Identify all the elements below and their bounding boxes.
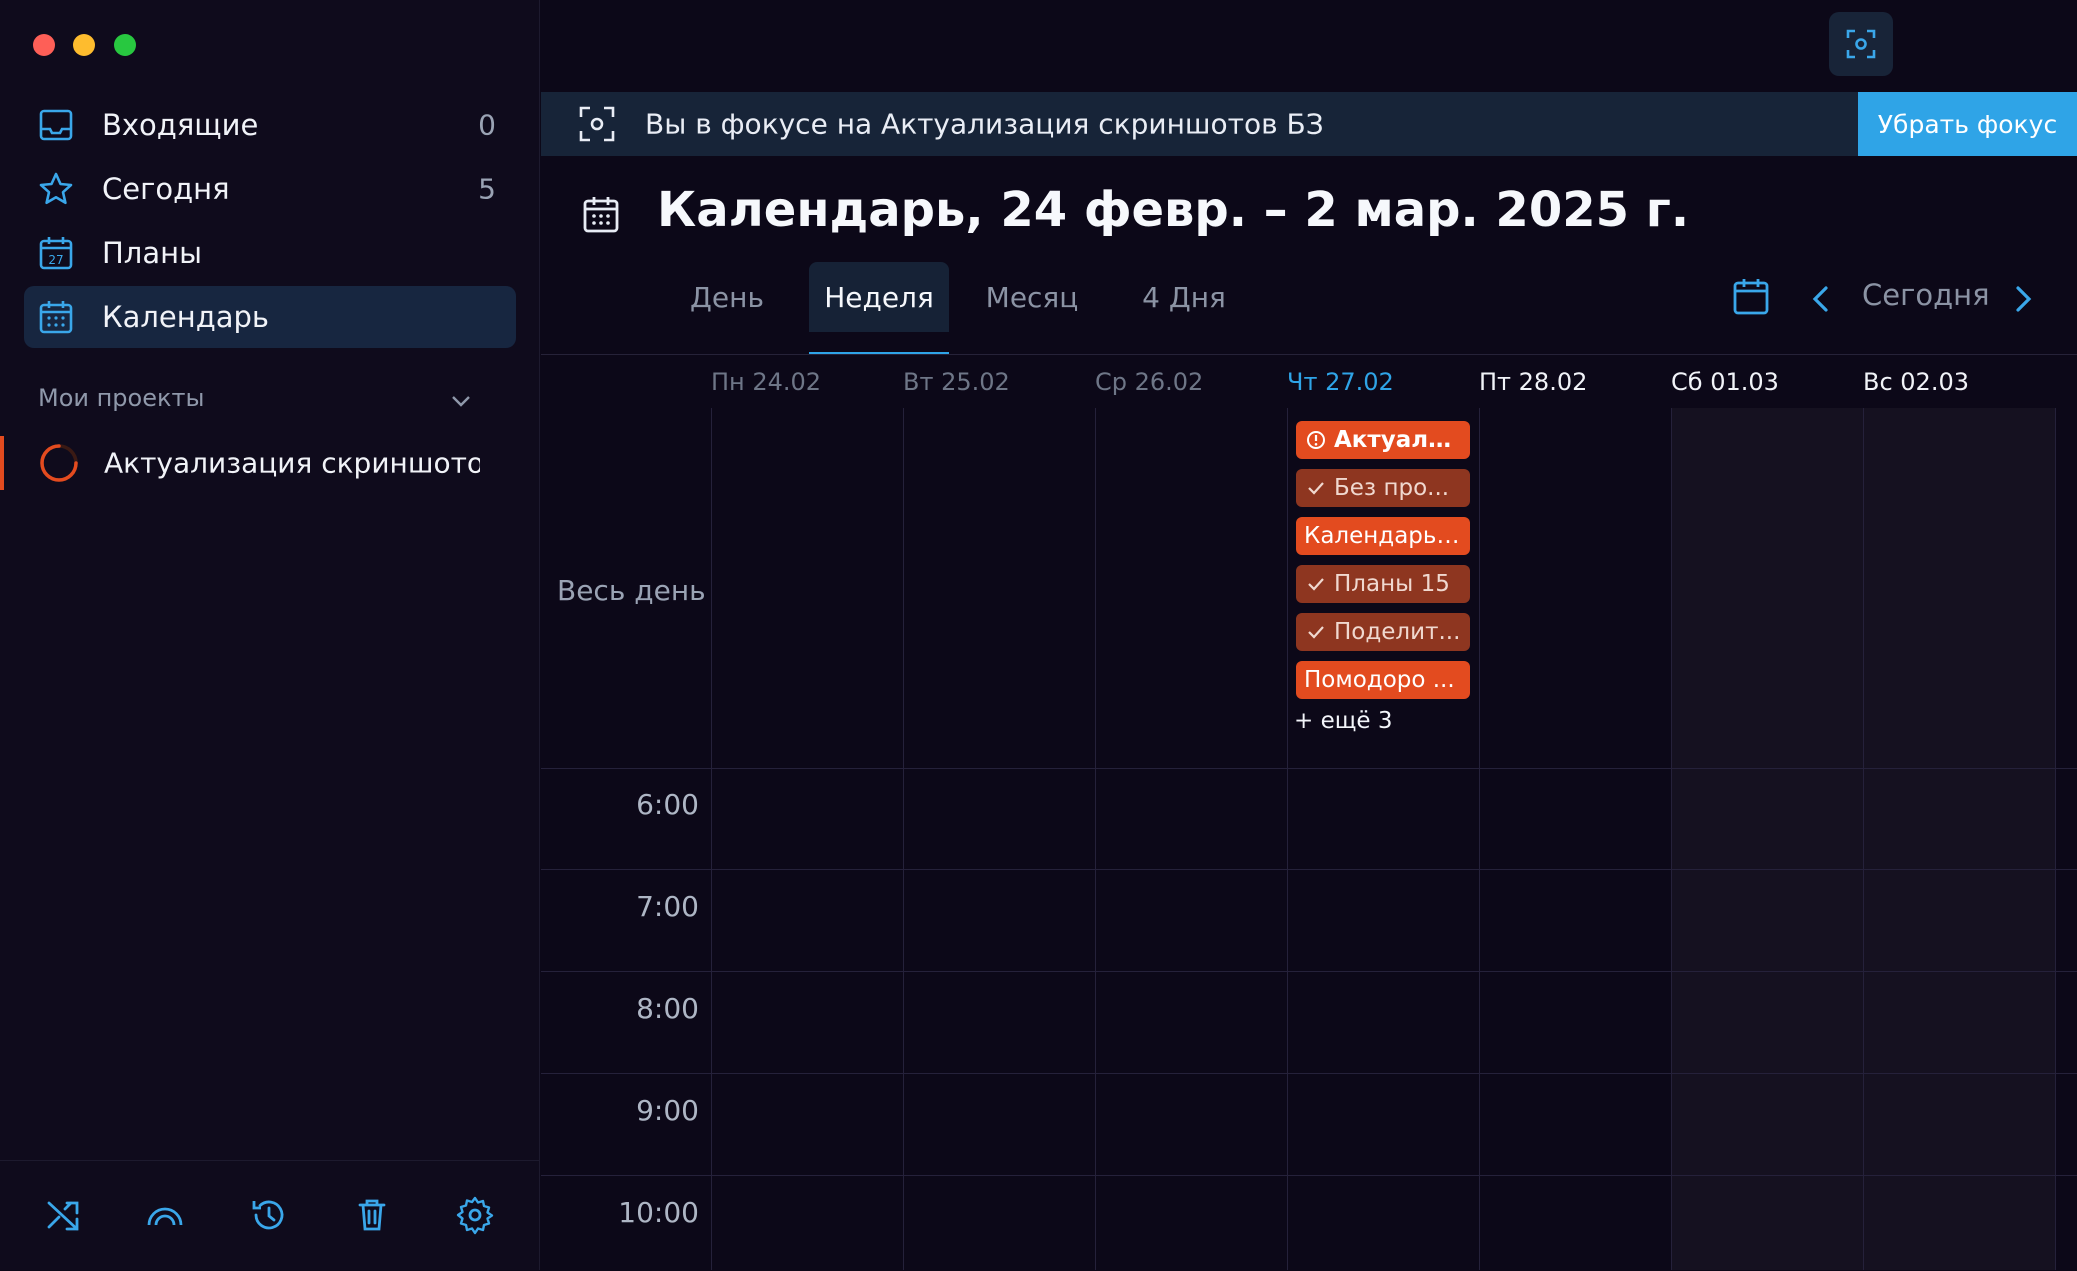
weekend-column-sat	[1671, 408, 1863, 1270]
event-item[interactable]: Календарь ...	[1296, 517, 1470, 555]
projects-title: Мои проекты	[38, 384, 205, 412]
unfocus-button[interactable]: Убрать фокус	[1858, 92, 2077, 156]
grid-line	[2055, 408, 2056, 1270]
window-close-button[interactable]	[33, 34, 55, 56]
sidebar-item-label: Планы	[102, 236, 202, 270]
tab-day[interactable]: День	[677, 262, 777, 332]
allday-label: Весь день	[557, 574, 706, 607]
calendar-grid-icon	[39, 301, 73, 334]
calendar-27-icon: 27	[39, 237, 73, 270]
event-title: Поделит...	[1334, 619, 1461, 645]
sidebar-item-label: Сегодня	[102, 172, 230, 206]
time-label: 7:00	[636, 890, 699, 923]
settings-icon[interactable]	[455, 1195, 495, 1235]
event-item[interactable]: Планы 15	[1296, 565, 1470, 603]
grid-line	[1287, 408, 1288, 1270]
grid-line	[1671, 408, 1672, 1270]
grid-line	[541, 1175, 2077, 1176]
focus-text: Вы в фокусе на Актуализация скриншотов Б…	[645, 107, 1324, 141]
event-item[interactable]: Помодоро ...	[1296, 661, 1470, 699]
check-icon	[1308, 482, 1324, 495]
today-button[interactable]: Сегодня	[1862, 278, 1990, 312]
event-title: Без про...	[1334, 475, 1450, 501]
sidebar: Входящие 0 Сегодня 5 27 Планы Календарь …	[0, 0, 540, 1270]
chevron-left-icon[interactable]	[1808, 284, 1834, 314]
day-header-fri[interactable]: Пт 28.02	[1479, 368, 1587, 396]
event-item[interactable]: Актуали...	[1296, 421, 1470, 459]
trash-icon[interactable]	[352, 1195, 392, 1235]
day-header-thu-today[interactable]: Чт 27.02	[1287, 368, 1394, 396]
weekend-column-sun	[1863, 408, 2055, 1270]
grid-line	[541, 869, 2077, 870]
chevron-right-icon[interactable]	[2010, 284, 2036, 314]
grid-line	[541, 971, 2077, 972]
time-label: 8:00	[636, 992, 699, 1025]
sidebar-footer	[0, 1160, 539, 1271]
sidebar-item-label: Календарь	[102, 300, 270, 334]
time-label: 9:00	[636, 1094, 699, 1127]
project-selected-indicator	[0, 436, 4, 490]
grid-line	[903, 408, 904, 1270]
tab-week[interactable]: Неделя	[809, 262, 949, 332]
event-item[interactable]: Без про...	[1296, 469, 1470, 507]
grid-line	[1863, 408, 1864, 1270]
focus-icon	[579, 106, 615, 142]
shuffle-icon[interactable]	[43, 1195, 83, 1235]
grid-line	[1479, 408, 1480, 1270]
sidebar-item-count: 0	[478, 108, 496, 142]
event-title: Календарь ...	[1304, 523, 1466, 549]
focus-mode-button[interactable]	[1829, 12, 1893, 76]
star-icon	[39, 172, 73, 205]
projects-section-header[interactable]: Мои проекты	[38, 384, 478, 420]
time-label: 6:00	[636, 788, 699, 821]
grid-line	[1095, 408, 1096, 1270]
svg-text:27: 27	[48, 253, 63, 267]
sidebar-item-plans[interactable]: 27 Планы	[24, 222, 516, 284]
event-item[interactable]: Поделит...	[1296, 613, 1470, 651]
sidebar-item-today[interactable]: Сегодня 5	[24, 158, 516, 220]
chevron-down-icon[interactable]	[450, 390, 472, 412]
grid-line	[541, 768, 2077, 769]
focus-icon	[1846, 29, 1876, 59]
day-header-sat[interactable]: Сб 01.03	[1671, 368, 1779, 396]
calendar-icon	[583, 197, 619, 233]
history-icon[interactable]	[248, 1195, 288, 1235]
more-events-link[interactable]: + ещё 3	[1294, 708, 1393, 734]
window-minimize-button[interactable]	[73, 34, 95, 56]
day-header-tue[interactable]: Вт 25.02	[903, 368, 1010, 396]
sidebar-item-count: 5	[478, 172, 496, 206]
focus-banner: Вы в фокусе на Актуализация скриншотов Б…	[541, 92, 2077, 156]
inbox-icon	[39, 109, 73, 141]
check-icon	[1308, 626, 1324, 639]
day-header-mon[interactable]: Пн 24.02	[711, 368, 821, 396]
sidebar-project-item[interactable]: Актуализация скриншотов БЗ	[0, 432, 539, 494]
progress-ring-icon	[40, 444, 78, 482]
tab-4days[interactable]: 4 Дня	[1134, 262, 1234, 332]
event-title: Помодоро ...	[1304, 667, 1455, 693]
project-label: Актуализация скриншотов БЗ	[104, 446, 480, 480]
window-zoom-button[interactable]	[114, 34, 136, 56]
header-divider	[541, 354, 2077, 355]
event-title: Планы 15	[1334, 571, 1450, 597]
grid-line	[541, 1073, 2077, 1074]
date-picker-icon[interactable]	[1732, 276, 1770, 316]
sidebar-item-label: Входящие	[102, 108, 259, 142]
alert-icon	[1307, 431, 1325, 449]
page-title: Календарь, 24 февр. – 2 мар. 2025 г.	[657, 182, 1690, 238]
sidebar-item-calendar[interactable]: Календарь	[24, 286, 516, 348]
day-header-wed[interactable]: Ср 26.02	[1095, 368, 1203, 396]
sidebar-item-inbox[interactable]: Входящие 0	[24, 94, 516, 156]
event-title: Актуали...	[1334, 427, 1470, 453]
day-header-sun[interactable]: Вс 02.03	[1863, 368, 1969, 396]
tab-month[interactable]: Месяц	[977, 262, 1087, 332]
time-label: 10:00	[618, 1196, 699, 1229]
arc-icon[interactable]	[145, 1195, 185, 1235]
check-icon	[1308, 578, 1324, 591]
grid-line	[711, 408, 712, 1270]
